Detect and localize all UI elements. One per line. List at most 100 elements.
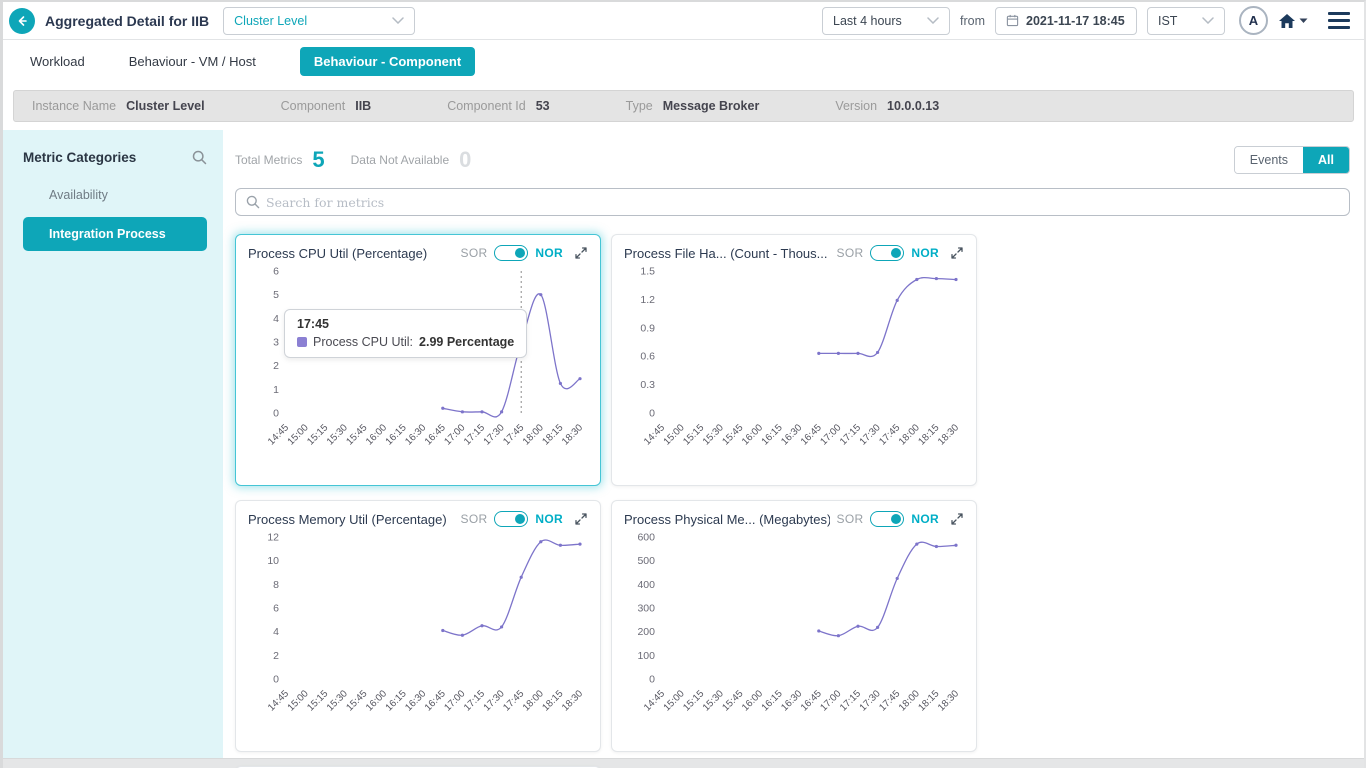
tooltip-row: Process CPU Util: 2.99 Percentage	[297, 335, 514, 349]
svg-text:300: 300	[637, 603, 655, 615]
level-select-value: Cluster Level	[234, 13, 308, 28]
svg-text:15:45: 15:45	[344, 688, 370, 714]
metrics-search[interactable]	[235, 188, 1350, 216]
avatar[interactable]: A	[1239, 6, 1268, 35]
info-version: Version 10.0.0.13	[835, 99, 940, 113]
svg-text:4: 4	[273, 313, 279, 325]
svg-text:17:45: 17:45	[877, 422, 903, 448]
sidebar-item-availability[interactable]: Availability	[3, 179, 223, 211]
expand-icon[interactable]	[574, 512, 588, 526]
svg-text:0.6: 0.6	[640, 351, 655, 363]
expand-icon[interactable]	[950, 246, 964, 260]
calendar-icon	[1006, 14, 1019, 27]
card-header: Process Memory Util (Percentage) SOR NOR	[248, 511, 588, 527]
time-range-value: Last 4 hours	[833, 13, 902, 28]
svg-text:15:30: 15:30	[701, 422, 727, 448]
svg-text:1: 1	[273, 384, 279, 396]
svg-text:18:30: 18:30	[936, 688, 962, 714]
expand-icon[interactable]	[574, 246, 588, 260]
svg-text:16:00: 16:00	[364, 688, 390, 714]
main-panel: Total Metrics 5 Data Not Available 0 Eve…	[223, 130, 1364, 768]
svg-text:14:45: 14:45	[642, 688, 668, 714]
metric-card-process-physical-memory[interactable]: Process Physical Me... (Megabytes) SOR N…	[611, 500, 977, 752]
svg-text:15:15: 15:15	[681, 422, 707, 448]
expand-icon[interactable]	[950, 512, 964, 526]
tab-bar: Workload Behaviour - VM / Host Behaviour…	[3, 40, 1364, 82]
svg-text:4: 4	[273, 626, 279, 638]
chart-tooltip: 17:45 Process CPU Util: 2.99 Percentage	[284, 309, 528, 358]
sor-nor-toggle[interactable]	[870, 245, 905, 261]
svg-text:17:15: 17:15	[838, 422, 864, 448]
svg-text:16:00: 16:00	[364, 422, 390, 448]
timezone-value: IST	[1158, 13, 1178, 28]
svg-text:17:00: 17:00	[818, 688, 844, 714]
events-button[interactable]: Events	[1234, 147, 1304, 173]
sor-label: SOR	[836, 246, 864, 260]
sor-nor-toggle[interactable]	[494, 511, 529, 527]
caret-down-icon	[1299, 18, 1308, 23]
svg-text:17:45: 17:45	[877, 688, 903, 714]
search-icon[interactable]	[192, 150, 207, 165]
time-range-select[interactable]: Last 4 hours	[822, 6, 950, 35]
svg-text:16:00: 16:00	[740, 422, 766, 448]
svg-text:18:15: 18:15	[916, 688, 942, 714]
info-component: Component IIB	[280, 99, 372, 113]
svg-text:17:30: 17:30	[482, 422, 508, 448]
svg-text:18:00: 18:00	[897, 422, 923, 448]
svg-text:0: 0	[273, 408, 279, 420]
search-input[interactable]	[266, 194, 1339, 210]
chevron-down-icon	[1202, 17, 1214, 24]
total-metrics-value: 5	[312, 147, 325, 172]
metric-card-process-cpu-util[interactable]: Process CPU Util (Percentage) SOR NOR 01…	[235, 234, 601, 486]
nor-label: NOR	[911, 246, 939, 260]
metric-card-process-file-handles[interactable]: Process File Ha... (Count - Thous... SOR…	[611, 234, 977, 486]
data-not-available-value: 0	[459, 147, 472, 172]
chevron-down-icon	[392, 17, 404, 24]
svg-text:0: 0	[649, 408, 655, 420]
sor-nor-toggle[interactable]	[870, 511, 905, 527]
level-select[interactable]: Cluster Level	[223, 6, 416, 35]
process-physical-memory-chart: 010020030040050060014:4515:0015:1515:301…	[637, 532, 962, 714]
svg-text:14:45: 14:45	[266, 422, 292, 448]
svg-text:2: 2	[273, 650, 279, 662]
sidebar-title: Metric Categories	[23, 150, 137, 165]
search-icon	[246, 195, 260, 209]
timezone-select[interactable]: IST	[1147, 6, 1225, 35]
home-menu[interactable]	[1278, 13, 1308, 29]
svg-text:18:30: 18:30	[560, 688, 586, 714]
svg-text:6: 6	[273, 266, 279, 278]
svg-text:14:45: 14:45	[266, 688, 292, 714]
svg-text:18:15: 18:15	[540, 688, 566, 714]
tab-behaviour-component[interactable]: Behaviour - Component	[299, 46, 476, 76]
svg-text:18:00: 18:00	[521, 688, 547, 714]
all-button[interactable]: All	[1303, 147, 1349, 173]
svg-text:16:30: 16:30	[779, 688, 805, 714]
svg-text:400: 400	[637, 579, 655, 591]
svg-text:16:45: 16:45	[423, 422, 449, 448]
metric-card-process-memory-util[interactable]: Process Memory Util (Percentage) SOR NOR…	[235, 500, 601, 752]
sidebar-header: Metric Categories	[3, 130, 223, 179]
tab-behaviour-vm-host[interactable]: Behaviour - VM / Host	[129, 54, 256, 69]
tab-workload[interactable]: Workload	[30, 54, 85, 69]
svg-text:15:00: 15:00	[286, 422, 312, 448]
svg-text:16:15: 16:15	[760, 688, 786, 714]
events-all-toggle: Events All	[1233, 146, 1350, 174]
svg-text:6: 6	[273, 603, 279, 615]
datetime-picker[interactable]: 2021-11-17 18:45	[995, 6, 1137, 35]
from-label: from	[960, 13, 985, 28]
app-root: Aggregated Detail for IIB Cluster Level …	[0, 0, 1366, 768]
sor-nor-toggle[interactable]	[494, 245, 529, 261]
hamburger-menu-icon[interactable]	[1328, 12, 1350, 29]
svg-text:18:15: 18:15	[540, 422, 566, 448]
svg-text:16:45: 16:45	[799, 422, 825, 448]
svg-text:15:00: 15:00	[286, 688, 312, 714]
svg-text:0.9: 0.9	[640, 322, 655, 334]
back-button[interactable]	[9, 7, 35, 34]
series-marker-icon	[297, 337, 307, 347]
nor-label: NOR	[911, 512, 939, 526]
card-header: Process CPU Util (Percentage) SOR NOR	[248, 245, 588, 261]
svg-text:3: 3	[273, 337, 279, 349]
sidebar-item-integration-process[interactable]: Integration Process	[23, 217, 207, 251]
svg-text:17:15: 17:15	[838, 688, 864, 714]
card-header: Process File Ha... (Count - Thous... SOR…	[624, 245, 964, 261]
